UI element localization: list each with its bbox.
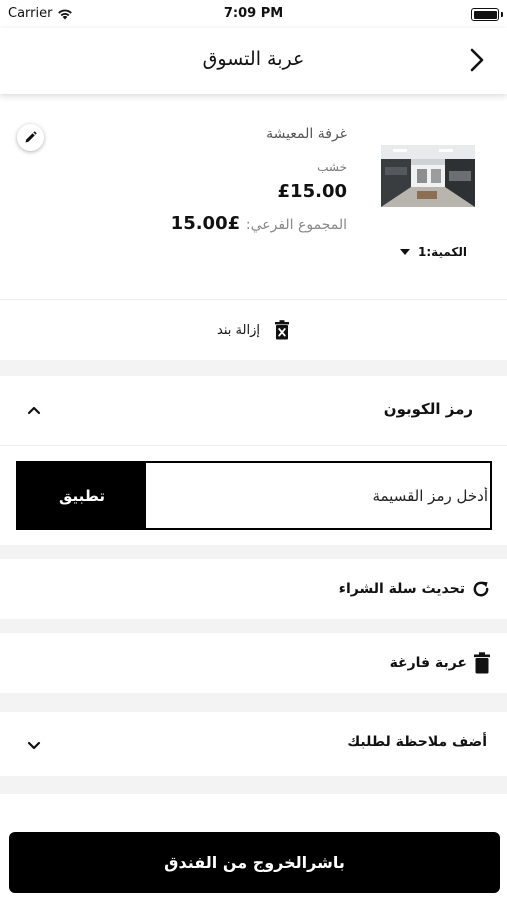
- caret-down-icon: [400, 249, 411, 255]
- chevron-right-icon[interactable]: [467, 46, 487, 74]
- section-divider: [0, 545, 507, 559]
- product-image[interactable]: [381, 145, 475, 207]
- coupon-input[interactable]: [146, 463, 490, 528]
- status-bar: Carrier 7:09 PM: [0, 0, 507, 28]
- refresh-icon: [473, 581, 489, 597]
- section-divider: [0, 360, 507, 376]
- pencil-icon: [25, 131, 37, 143]
- subtotal-value: £15.00: [170, 213, 241, 234]
- coupon-form: تطبيق: [16, 461, 492, 530]
- quantity-selector[interactable]: الكمية:1: [400, 245, 467, 259]
- quantity-label: الكمية:1: [418, 245, 467, 259]
- product-name[interactable]: غرفة المعيشة: [266, 126, 347, 142]
- order-note-title: أضف ملاحظة لطلبك: [347, 734, 487, 750]
- section-divider: [0, 619, 507, 633]
- empty-cart-button[interactable]: عربة فارغة: [0, 633, 507, 693]
- chevron-down-icon: [27, 741, 41, 750]
- section-divider: [0, 693, 507, 712]
- trash-icon: [474, 652, 490, 674]
- section-divider: [0, 776, 507, 794]
- chevron-up-icon: [27, 406, 41, 415]
- update-cart-label: تحديث سلة الشراء: [338, 581, 465, 597]
- checkout-button[interactable]: باشرالخروج من الفندق: [9, 832, 500, 893]
- room-photo: [381, 145, 475, 207]
- remove-item-button[interactable]: إزالة بند: [0, 300, 507, 360]
- battery-icon: [471, 8, 499, 21]
- update-cart-button[interactable]: تحديث سلة الشراء: [0, 559, 507, 619]
- subtotal: المجموع الفرعي: £15.00: [171, 213, 347, 234]
- order-note-toggle[interactable]: أضف ملاحظة لطلبك: [0, 712, 507, 776]
- nav-bar: عربة التسوق: [0, 28, 507, 94]
- edit-item-button[interactable]: [17, 124, 44, 151]
- coupon-toggle[interactable]: رمز الكوبون: [0, 376, 507, 446]
- coupon-title: رمز الكوبون: [383, 400, 473, 418]
- product-price: £15.00: [277, 181, 347, 202]
- subtotal-label: المجموع الفرعي:: [245, 217, 347, 233]
- page-title: عربة التسوق: [202, 48, 305, 70]
- remove-item-label: إزالة بند: [217, 322, 260, 338]
- trash-x-icon: [274, 320, 289, 340]
- apply-coupon-button[interactable]: تطبيق: [18, 463, 146, 528]
- status-time: 7:09 PM: [223, 6, 284, 21]
- product-option: خشب: [317, 160, 347, 174]
- empty-cart-label: عربة فارغة: [389, 655, 467, 671]
